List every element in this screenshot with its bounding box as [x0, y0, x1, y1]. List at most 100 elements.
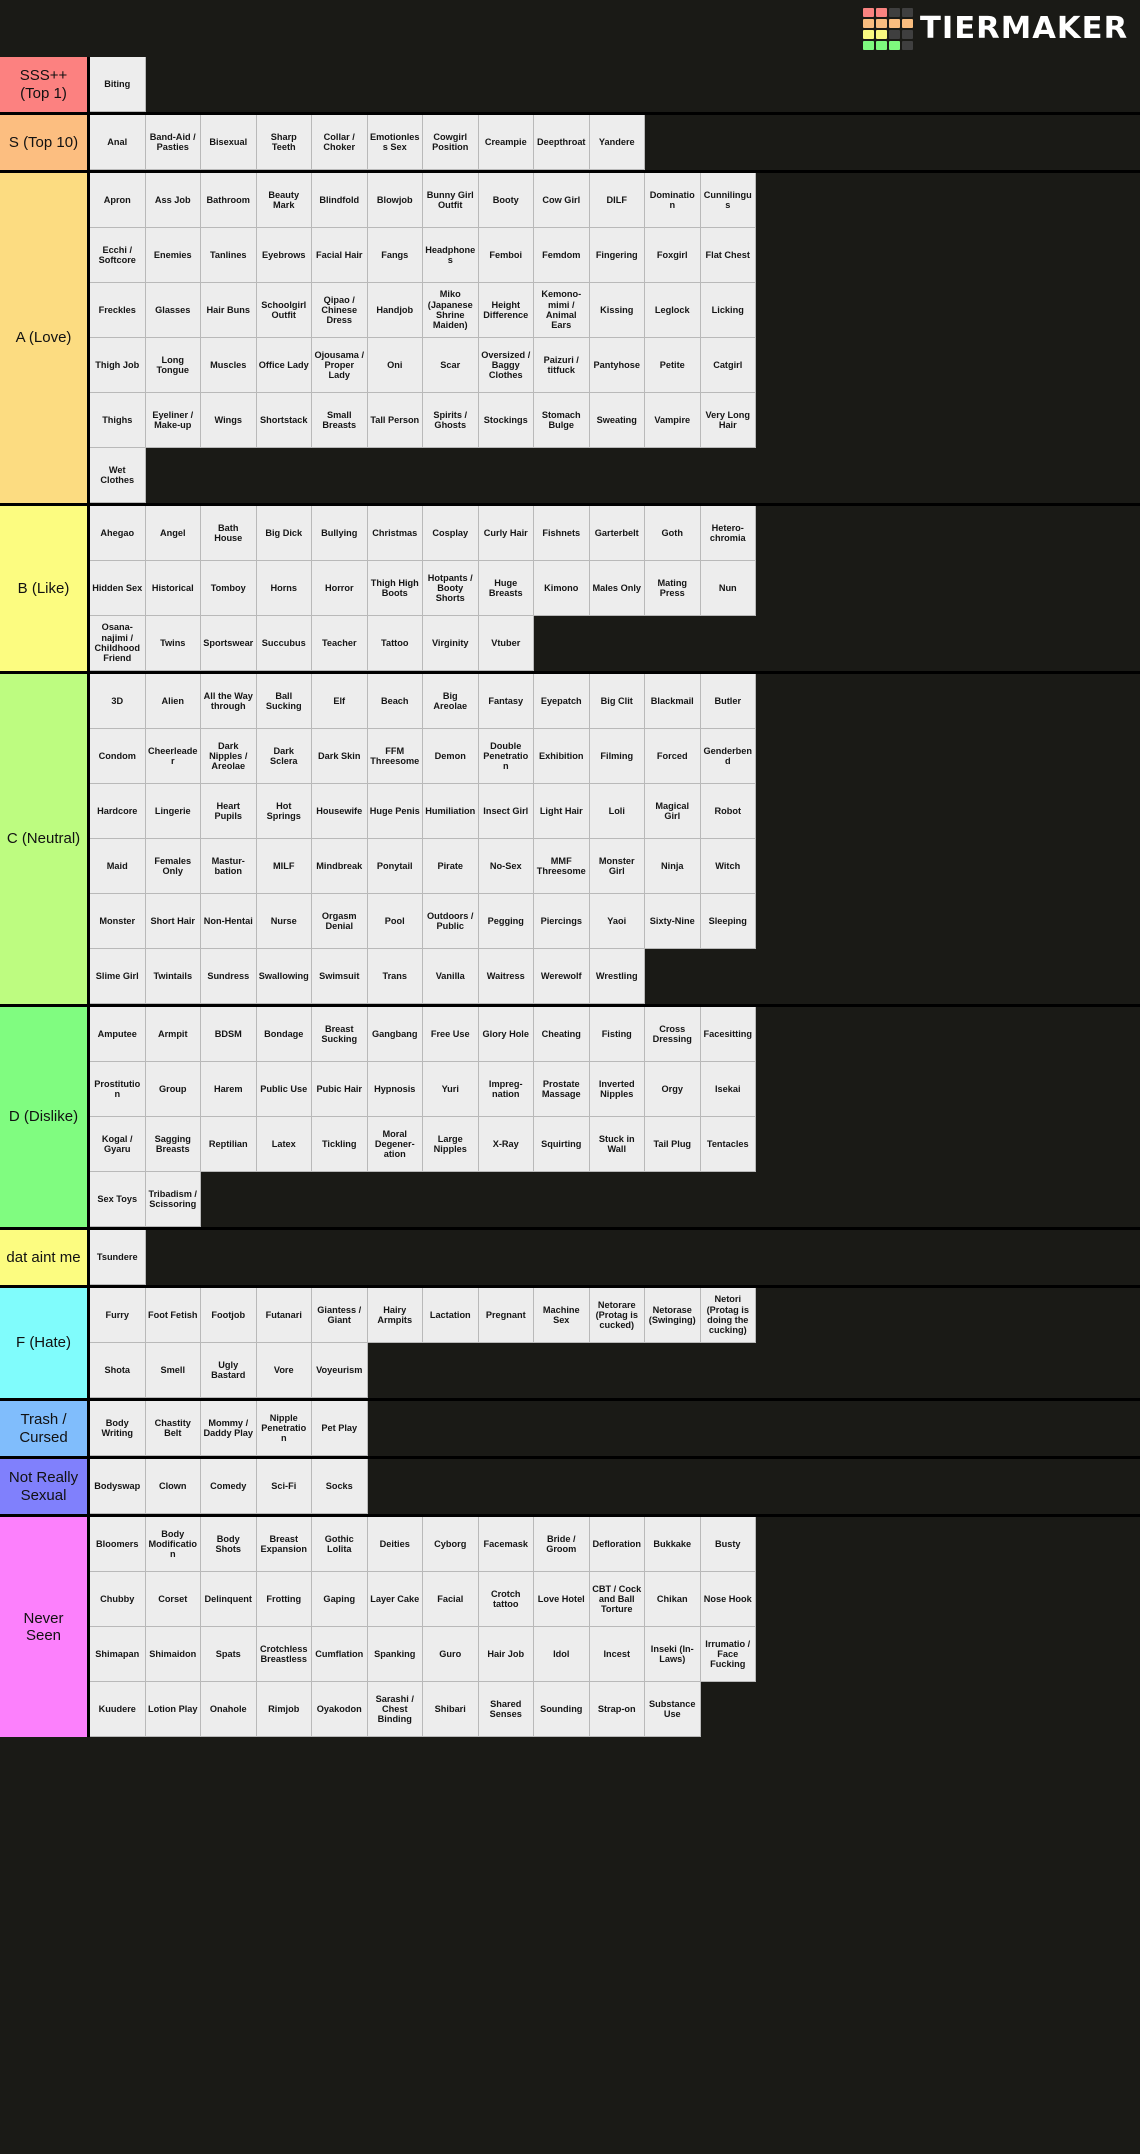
tier-item[interactable]: Prostitution [90, 1062, 146, 1117]
tier-item[interactable]: MILF [256, 839, 312, 894]
tier-item[interactable]: Historical [145, 561, 201, 616]
tier-label[interactable]: Never Seen [0, 1517, 90, 1737]
tier-item[interactable]: Housewife [312, 784, 368, 839]
tier-item[interactable]: Stuck in Wall [589, 1117, 645, 1172]
tier-item[interactable]: Slime Girl [90, 949, 146, 1004]
tier-item[interactable]: Hetero-chromia [700, 506, 756, 561]
tier-item[interactable]: Nurse [256, 894, 312, 949]
tier-item[interactable]: Alien [145, 674, 201, 729]
tier-item[interactable]: Bloomers [90, 1517, 146, 1572]
tier-item[interactable]: Sweating [589, 393, 645, 448]
tier-item[interactable]: Cow Girl [534, 173, 590, 228]
tier-item[interactable]: Condom [90, 729, 146, 784]
tier-item[interactable]: Glory Hole [478, 1007, 534, 1062]
tier-item[interactable]: Anal [90, 115, 146, 170]
tier-item[interactable]: Nose Hook [700, 1572, 756, 1627]
tier-item[interactable]: Shibari [423, 1682, 479, 1737]
tier-item[interactable]: Deepthroat [534, 115, 590, 170]
tier-item[interactable]: Irrumatio / Face Fucking [700, 1627, 756, 1682]
tier-item[interactable]: Succubus [256, 616, 312, 671]
tier-item[interactable]: Body Writing [90, 1401, 146, 1456]
tier-item[interactable]: Bath House [201, 506, 257, 561]
tier-item[interactable]: Swallowing [256, 949, 312, 1004]
tier-item[interactable]: Beauty Mark [256, 173, 312, 228]
tier-item[interactable]: Twintails [145, 949, 201, 1004]
tier-item[interactable]: Oyakodon [312, 1682, 368, 1737]
tier-item[interactable]: Facesitting [700, 1007, 756, 1062]
tier-item[interactable]: Bunny Girl Outfit [423, 173, 479, 228]
tier-item[interactable]: Delinquent [201, 1572, 257, 1627]
tier-item[interactable]: Scar [423, 338, 479, 393]
tier-item[interactable]: Smell [145, 1343, 201, 1398]
tier-item[interactable]: Tomboy [201, 561, 257, 616]
tier-item[interactable]: Maid [90, 839, 146, 894]
tier-item[interactable]: Ass Job [145, 173, 201, 228]
tier-item[interactable]: Pool [367, 894, 423, 949]
tier-item[interactable]: Lactation [423, 1288, 479, 1343]
tier-item[interactable]: Trans [367, 949, 423, 1004]
tier-item[interactable]: Netori (Protag is doing the cucking) [700, 1288, 756, 1343]
tier-item[interactable]: Huge Penis [367, 784, 423, 839]
tier-item[interactable]: Pantyhose [589, 338, 645, 393]
tier-item[interactable]: Big Dick [256, 506, 312, 561]
tier-item[interactable]: Light Hair [534, 784, 590, 839]
tier-item[interactable]: Curly Hair [478, 506, 534, 561]
tier-item[interactable]: Tribadism / Scissoring [145, 1172, 201, 1227]
tier-item[interactable]: Ninja [645, 839, 701, 894]
tier-item[interactable]: Free Use [423, 1007, 479, 1062]
tier-item[interactable]: Wings [201, 393, 257, 448]
tier-item[interactable]: Sagging Breasts [145, 1117, 201, 1172]
tier-item[interactable]: Eyeliner / Make-up [145, 393, 201, 448]
tier-item[interactable]: Loli [589, 784, 645, 839]
tier-item[interactable]: Shimaidon [145, 1627, 201, 1682]
tier-item[interactable]: Body Shots [201, 1517, 257, 1572]
tier-item[interactable]: Fisting [589, 1007, 645, 1062]
tier-item[interactable]: Deities [367, 1517, 423, 1572]
tier-item[interactable]: Goth [645, 506, 701, 561]
tier-item[interactable]: Osana-najimi / Childhood Friend [90, 616, 146, 671]
tier-item[interactable]: Sharp Teeth [256, 115, 312, 170]
tier-item[interactable]: Oni [367, 338, 423, 393]
tier-item[interactable]: Public Use [256, 1062, 312, 1117]
tier-item[interactable]: Vtuber [478, 616, 534, 671]
tier-item[interactable]: MMF Threesome [534, 839, 590, 894]
tier-item[interactable]: Blackmail [645, 674, 701, 729]
tier-item[interactable]: Guro [423, 1627, 479, 1682]
tier-item[interactable]: Kimono [534, 561, 590, 616]
tier-item[interactable]: Love Hotel [534, 1572, 590, 1627]
tier-item[interactable]: Freckles [90, 283, 146, 338]
tier-item[interactable]: Gothic Lolita [312, 1517, 368, 1572]
tier-item[interactable]: Comedy [201, 1459, 257, 1514]
tier-item[interactable]: Armpit [145, 1007, 201, 1062]
tier-item[interactable]: Cosplay [423, 506, 479, 561]
tier-item[interactable]: Spanking [367, 1627, 423, 1682]
tier-item[interactable]: Pirate [423, 839, 479, 894]
tier-item[interactable]: Ecchi / Softcore [90, 228, 146, 283]
tier-item[interactable]: Witch [700, 839, 756, 894]
tier-item[interactable]: Onahole [201, 1682, 257, 1737]
tier-item[interactable]: Cross Dressing [645, 1007, 701, 1062]
tier-item[interactable]: Yaoi [589, 894, 645, 949]
tier-item[interactable]: Emotionless Sex [367, 115, 423, 170]
tier-item[interactable]: Cheerleader [145, 729, 201, 784]
tier-item[interactable]: Crotch tattoo [478, 1572, 534, 1627]
tier-item[interactable]: Handjob [367, 283, 423, 338]
tier-item[interactable]: Ahegao [90, 506, 146, 561]
tier-item[interactable]: All the Way through [201, 674, 257, 729]
tier-label[interactable]: Not Really Sexual [0, 1459, 90, 1514]
tier-item[interactable]: Small Breasts [312, 393, 368, 448]
tier-item[interactable]: Crotchless Breastless [256, 1627, 312, 1682]
tier-item[interactable]: Mindbreak [312, 839, 368, 894]
tier-item[interactable]: Biting [90, 57, 146, 112]
tier-item[interactable]: Beach [367, 674, 423, 729]
tier-item[interactable]: Cheating [534, 1007, 590, 1062]
tier-item[interactable]: Voyeurism [312, 1343, 368, 1398]
tier-item[interactable]: Ball Sucking [256, 674, 312, 729]
tier-label[interactable]: D (Dislike) [0, 1007, 90, 1227]
tier-item[interactable]: Pubic Hair [312, 1062, 368, 1117]
tier-item[interactable]: Vanilla [423, 949, 479, 1004]
tier-item[interactable]: Inverted Nipples [589, 1062, 645, 1117]
tier-item[interactable]: Body Modification [145, 1517, 201, 1572]
tier-item[interactable]: Catgirl [700, 338, 756, 393]
tier-item[interactable]: Rimjob [256, 1682, 312, 1737]
